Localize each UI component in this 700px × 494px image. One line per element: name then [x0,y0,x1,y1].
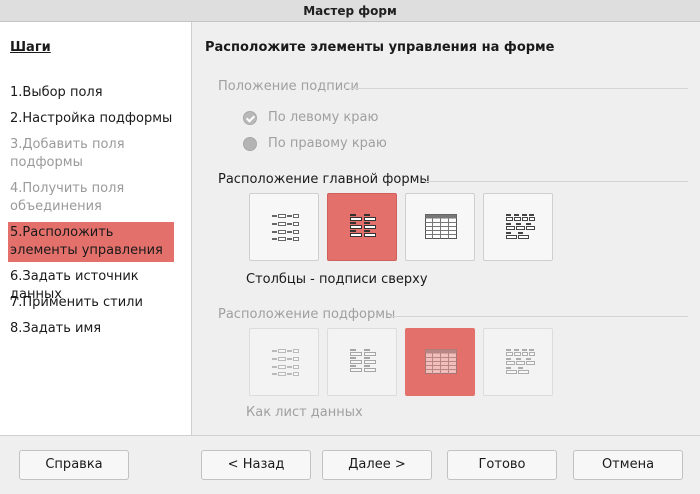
cancel-button[interactable]: Отмена [573,450,683,480]
window-title: Мастер форм [0,0,700,22]
main-form-heading: Расположение главной формы [218,172,430,187]
columns-labels-left-icon [272,214,299,241]
radio-checked-icon [243,111,257,125]
radio-unchecked-icon [243,137,257,151]
columns-labels-top-icon [350,349,376,372]
main-layout-columns-left[interactable] [249,193,319,261]
radio-align-left-label: По левому краю [268,110,379,125]
subform-layout-blocks[interactable] [483,328,553,396]
button-bar: Справка < Назад Далее > Готово Отмена [0,435,700,494]
datasheet-icon [425,214,457,239]
steps-title: Шаги [10,40,51,55]
main-layout-caption: Столбцы - подписи сверху [246,272,428,287]
label-position-heading: Положение подписи [218,79,359,94]
steps-sidebar: Шаги 1.Выбор поля 2.Настройка подформы 3… [0,22,192,435]
step-select-fields[interactable]: 1.Выбор поля [8,82,174,104]
subform-layout-columns-left[interactable] [249,328,319,396]
subform-layout-group: Расположение подформы [218,307,688,322]
datasheet-icon [425,349,457,374]
subform-layout-columns-top[interactable] [327,328,397,396]
step-get-joined-fields: 4.Получить поля объединения [10,181,125,214]
finish-button[interactable]: Готово [447,450,557,480]
main-layout-blocks[interactable] [483,193,553,261]
label-position-group: Положение подписи [218,79,688,94]
columns-labels-left-icon [272,349,299,376]
step-apply-styles[interactable]: 7.Применить стили [8,292,174,314]
main-layout-datasheet[interactable] [405,193,475,261]
blocks-labels-above-icon [506,349,535,374]
step-add-subform-fields: 3.Добавить поля подформы [10,137,125,170]
step-setup-subform[interactable]: 2.Настройка подформы [8,108,174,130]
page-title: Расположите элементы управления на форме [205,40,555,55]
back-button[interactable]: < Назад [201,450,311,480]
radio-align-right-label: По правому краю [268,136,387,151]
subform-layout-datasheet[interactable] [405,328,475,396]
main-panel: Расположите элементы управления на форме… [193,22,700,435]
step-set-name[interactable]: 8.Задать имя [8,318,174,340]
step-arrange-controls[interactable]: 5.Расположить элементы управления [8,222,174,262]
help-button[interactable]: Справка [19,450,129,480]
main-layout-columns-top[interactable] [327,193,397,261]
subform-heading: Расположение подформы [218,307,396,322]
main-form-layout-group: Расположение главной формы [218,172,688,187]
columns-labels-top-icon [350,214,376,237]
blocks-labels-above-icon [506,214,535,239]
next-button[interactable]: Далее > [322,450,432,480]
subform-layout-caption: Как лист данных [246,405,363,420]
